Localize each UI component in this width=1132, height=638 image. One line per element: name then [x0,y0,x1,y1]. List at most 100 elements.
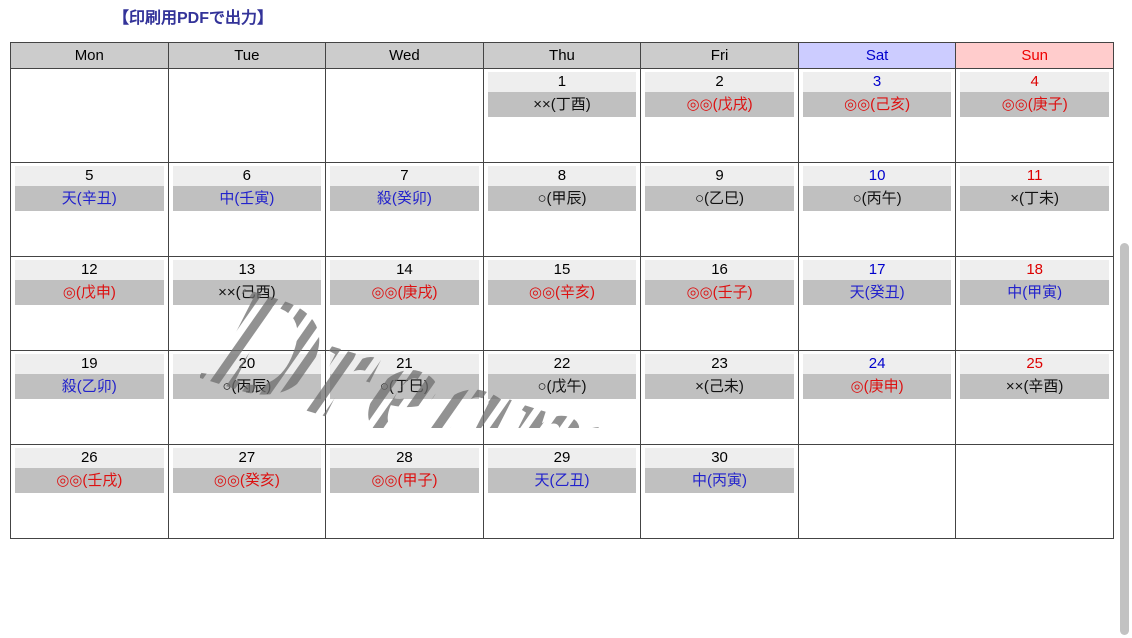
day-number: 6 [172,166,322,186]
vertical-scrollbar-track[interactable] [1115,0,1132,638]
calendar-header-thu: Thu [482,42,642,69]
day-fortune-label: ◎◎(壬戌) [15,468,164,493]
calendar-day-cell[interactable]: 17 天(癸丑) [797,256,957,351]
day-fortune-label: ○(丙午) [802,186,952,211]
day-number: 1 [487,72,637,92]
day-number: 23 [645,354,794,374]
calendar-empty-cell [955,444,1114,539]
calendar-day-cell[interactable]: 25 ××(辛酉) [955,350,1114,445]
calendar-day-cell[interactable]: 9 ○(乙巳) [640,162,799,257]
day-number: 19 [15,354,164,374]
day-number: 14 [330,260,479,280]
day-number: 4 [960,72,1109,92]
day-fortune-label: 殺(癸卯) [330,186,479,211]
calendar-day-cell[interactable]: 26 ◎◎(壬戌) [10,444,169,539]
day-cell-inner [799,445,956,533]
calendar-day-cell[interactable]: 5 天(辛丑) [10,162,169,257]
title-area: 【印刷用PDFで出力】 [0,8,1114,34]
calendar-day-cell[interactable]: 8 ○(甲辰) [482,162,642,257]
day-cell-inner: 1 ××(丁酉) [484,69,641,157]
page-root: 【印刷用PDFで出力】 Mon Tue Wed Thu Fri Sat Sun 1 ××(丁酉… [0,0,1132,638]
calendar-header-mon: Mon [10,42,169,69]
calendar-day-cell[interactable]: 30 中(丙寅) [640,444,799,539]
day-cell-inner: 29 天(乙丑) [484,445,641,533]
day-cell-inner [326,69,483,157]
calendar-day-cell[interactable]: 16 ◎◎(壬子) [640,256,799,351]
day-cell-inner: 20 ○(丙辰) [169,351,326,439]
day-cell-inner: 14 ◎◎(庚戌) [326,257,483,345]
calendar-day-cell[interactable]: 20 ○(丙辰) [167,350,327,445]
day-number: 9 [645,166,794,186]
calendar-day-cell[interactable]: 21 ○(丁巳) [325,350,484,445]
calendar-day-cell[interactable]: 6 中(壬寅) [167,162,327,257]
calendar-day-cell[interactable]: 3 ◎◎(己亥) [797,68,957,163]
calendar-day-cell[interactable]: 13 ××(己酉) [167,256,327,351]
day-number: 7 [330,166,479,186]
calendar-day-cell[interactable]: 22 ○(戊午) [482,350,642,445]
day-fortune-label: ×(己未) [645,374,794,399]
day-cell-inner: 4 ◎◎(庚子) [956,69,1113,157]
print-pdf-link[interactable]: 【印刷用PDFで出力】 [113,8,273,30]
day-fortune-label: ◎◎(辛亥) [487,280,637,305]
calendar-empty-cell [167,68,327,163]
calendar-day-cell[interactable]: 2 ◎◎(戊戌) [640,68,799,163]
calendar-day-cell[interactable]: 12 ◎(戊申) [10,256,169,351]
day-fortune-label: ◎◎(庚子) [960,92,1109,117]
day-fortune-label: ◎◎(戊戌) [645,92,794,117]
day-number: 18 [960,260,1109,280]
calendar-day-cell[interactable]: 10 ○(丙午) [797,162,957,257]
calendar-day-cell[interactable]: 19 殺(乙卯) [10,350,169,445]
day-fortune-label: ○(甲辰) [487,186,637,211]
day-number: 2 [645,72,794,92]
day-number: 15 [487,260,637,280]
day-cell-inner: 7 殺(癸卯) [326,163,483,251]
day-number: 8 [487,166,637,186]
day-cell-inner: 3 ◎◎(己亥) [799,69,956,157]
calendar-day-cell[interactable]: 29 天(乙丑) [482,444,642,539]
day-cell-inner: 13 ××(己酉) [169,257,326,345]
calendar-week-row: 1 ××(丁酉) 2 ◎◎(戊戌) 3 ◎◎(己亥) 4 ◎◎(庚子) [10,68,1114,163]
day-fortune-label: ○(戊午) [487,374,637,399]
calendar-day-cell[interactable]: 4 ◎◎(庚子) [955,68,1114,163]
day-cell-inner: 15 ◎◎(辛亥) [484,257,641,345]
calendar-day-cell[interactable]: 1 ××(丁酉) [482,68,642,163]
day-fortune-label: 中(甲寅) [960,280,1109,305]
calendar-day-cell[interactable]: 11 ×(丁未) [955,162,1114,257]
day-fortune-label: ◎◎(癸亥) [172,468,322,493]
day-cell-inner: 18 中(甲寅) [956,257,1113,345]
day-number: 27 [172,448,322,468]
day-cell-inner: 21 ○(丁巳) [326,351,483,439]
day-number: 26 [15,448,164,468]
calendar-header-tue: Tue [167,42,327,69]
day-cell-inner: 27 ◎◎(癸亥) [169,445,326,533]
day-cell-inner: 22 ○(戊午) [484,351,641,439]
vertical-scrollbar-thumb[interactable] [1120,243,1129,635]
day-fortune-label: ××(辛酉) [960,374,1109,399]
day-fortune-label: ◎◎(庚戌) [330,280,479,305]
calendar-day-cell[interactable]: 14 ◎◎(庚戌) [325,256,484,351]
calendar-header-row: Mon Tue Wed Thu Fri Sat Sun [10,42,1114,69]
calendar-day-cell[interactable]: 15 ◎◎(辛亥) [482,256,642,351]
day-number: 28 [330,448,479,468]
calendar-week-row: 12 ◎(戊申) 13 ××(己酉) 14 ◎◎(庚戌) 15 ◎◎(辛亥) 16 ◎◎(壬子) 1… [10,256,1114,351]
day-fortune-label: 天(辛丑) [15,186,164,211]
calendar-day-cell[interactable]: 28 ◎◎(甲子) [325,444,484,539]
day-number: 24 [802,354,952,374]
calendar-day-cell[interactable]: 24 ◎(庚申) [797,350,957,445]
calendar-day-cell[interactable]: 27 ◎◎(癸亥) [167,444,327,539]
day-cell-inner: 2 ◎◎(戊戌) [641,69,798,157]
day-cell-inner: 24 ◎(庚申) [799,351,956,439]
calendar-day-cell[interactable]: 23 ×(己未) [640,350,799,445]
day-fortune-label: ◎◎(己亥) [802,92,952,117]
day-number: 13 [172,260,322,280]
day-fortune-label: ○(乙巳) [645,186,794,211]
calendar-day-cell[interactable]: 18 中(甲寅) [955,256,1114,351]
calendar-table: Mon Tue Wed Thu Fri Sat Sun 1 ××(丁酉) 2 ◎◎(戊戌) 3 ◎◎(… [10,42,1114,539]
calendar-day-cell[interactable]: 7 殺(癸卯) [325,162,484,257]
day-number: 25 [960,354,1109,374]
calendar-header-wed: Wed [325,42,484,69]
day-cell-inner [11,69,168,157]
day-cell-inner: 17 天(癸丑) [799,257,956,345]
day-cell-inner: 16 ◎◎(壬子) [641,257,798,345]
day-fortune-label: ○(丙辰) [172,374,322,399]
